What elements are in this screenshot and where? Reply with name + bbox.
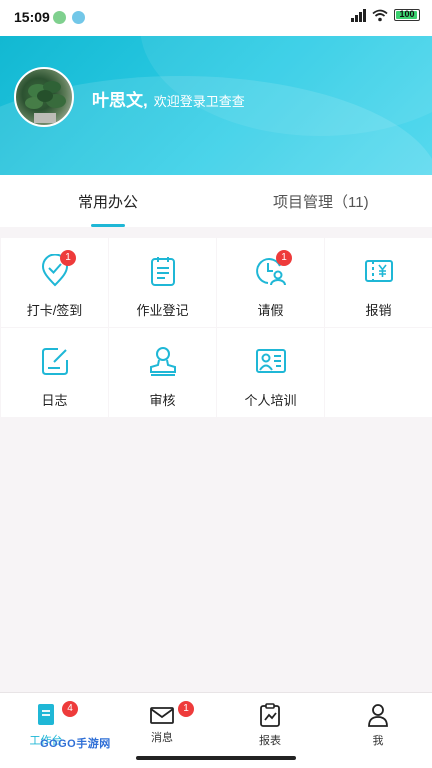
- grid-item-label: 作业登记: [136, 303, 189, 318]
- status-indicators: 100: [351, 8, 420, 22]
- grid-item-log[interactable]: 日志: [1, 328, 108, 417]
- receipt-yen-icon: [364, 260, 393, 282]
- grid-item-leave[interactable]: 1 请假: [217, 238, 324, 327]
- grid-item-label: 日志: [41, 393, 68, 408]
- tab-common-office[interactable]: 常用办公: [78, 191, 138, 212]
- grid-item-label: 审核: [149, 393, 176, 408]
- nav-label: 我: [372, 735, 384, 747]
- nav-me[interactable]: 我: [348, 703, 408, 748]
- app-notification-icon: [53, 11, 66, 24]
- badge: 1: [178, 701, 194, 717]
- grid-item-label: 请假: [257, 303, 284, 318]
- nav-label: 消息: [151, 732, 173, 744]
- battery-icon: 100: [394, 9, 420, 21]
- workbench-icon: [38, 704, 54, 725]
- clipboard-icon: [150, 257, 175, 286]
- battery-level: 100: [399, 9, 415, 19]
- tab-project-management[interactable]: 项目管理（11): [273, 191, 369, 212]
- nav-label: 报表: [259, 735, 281, 747]
- nav-reports[interactable]: 报表: [240, 703, 300, 748]
- user-icon: [368, 704, 388, 727]
- badge: 1: [276, 250, 292, 266]
- grid-item-empty: [325, 328, 432, 417]
- tab-bar: 常用办公 项目管理（11): [0, 175, 432, 227]
- stamp-icon: [149, 347, 176, 376]
- badge: 1: [60, 250, 76, 266]
- edit-note-icon: [41, 348, 68, 375]
- mail-icon: [150, 707, 174, 724]
- signal-icon: [351, 8, 366, 22]
- user-name: 叶思文,: [92, 91, 148, 110]
- grid-item-check-in[interactable]: 1 打卡/签到: [1, 238, 108, 327]
- report-icon: [260, 703, 280, 727]
- status-bar: 15:09 100: [0, 0, 432, 36]
- grid-item-label: 打卡/签到: [26, 303, 83, 318]
- nav-messages[interactable]: 消息 1: [132, 701, 194, 745]
- grid-item-work-registration[interactable]: 作业登记: [109, 238, 216, 327]
- profile-header: 叶思文, 欢迎登录卫查查: [0, 36, 432, 175]
- training-icon: [255, 349, 286, 373]
- grid-item-training[interactable]: 个人培训: [217, 328, 324, 417]
- badge: 4: [62, 701, 78, 717]
- grid-item-label: 报销: [365, 303, 392, 318]
- status-time: 15:09: [14, 9, 50, 25]
- avatar[interactable]: [14, 67, 74, 127]
- home-indicator[interactable]: [136, 756, 296, 760]
- grid-item-reimbursement[interactable]: 报销: [325, 238, 432, 327]
- greeting: 叶思文, 欢迎登录卫查查: [92, 86, 245, 111]
- grid-item-label: 个人培训: [244, 393, 297, 408]
- app-notification-icon: [72, 11, 85, 24]
- tab-active-indicator: [91, 224, 125, 227]
- welcome-text: 欢迎登录卫查查: [153, 94, 245, 109]
- wifi-icon: [372, 9, 388, 21]
- watermark-logo: GOGO手游网: [40, 738, 111, 750]
- grid-item-review[interactable]: 审核: [109, 328, 216, 417]
